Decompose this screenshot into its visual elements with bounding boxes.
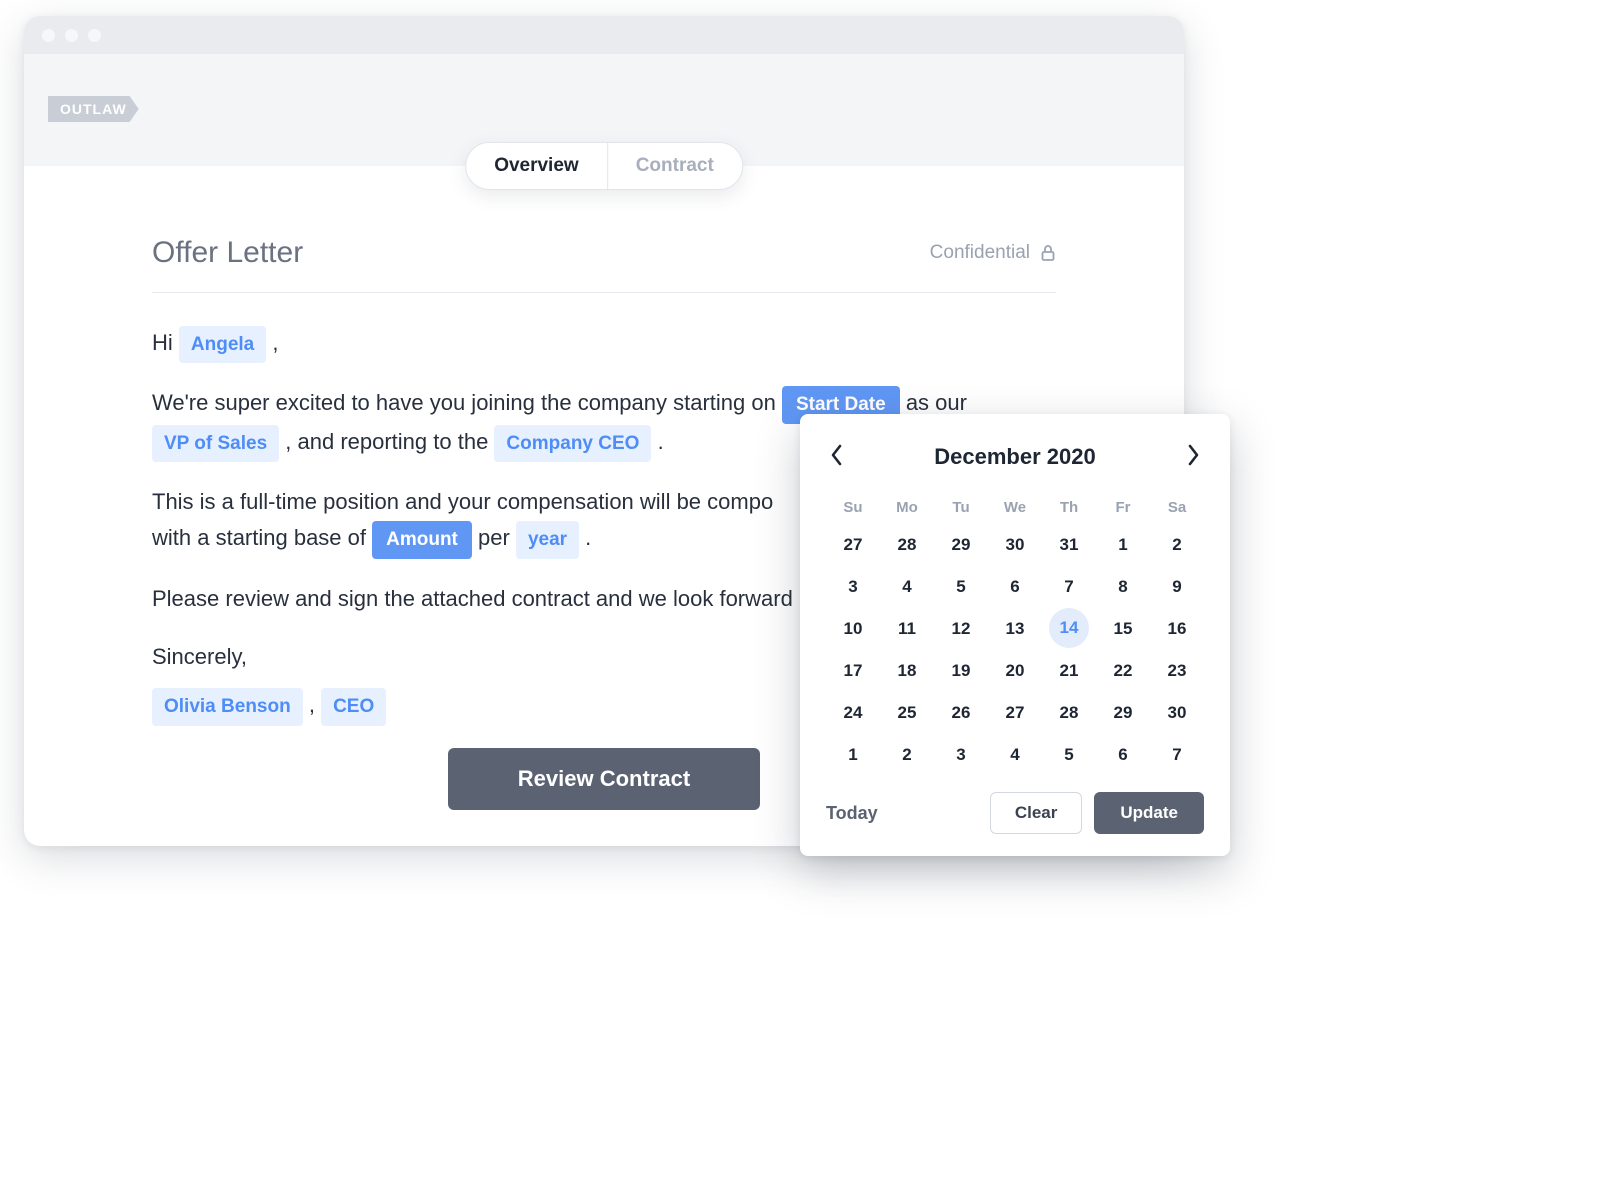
calendar-day[interactable]: 8 [1096,566,1150,608]
clear-button[interactable]: Clear [990,792,1083,834]
date-picker-header: December 2020 [826,440,1204,473]
calendar-day[interactable]: 20 [988,650,1042,692]
chevron-left-icon [830,444,844,466]
calendar-day[interactable]: 27 [826,524,880,566]
calendar-day[interactable]: 18 [880,650,934,692]
p1-text-c: , and reporting to the [285,429,494,454]
calendar-day[interactable]: 3 [826,566,880,608]
sender-title-pill[interactable]: CEO [321,688,386,725]
calendar-day[interactable]: 15 [1096,608,1150,650]
reports-to-pill[interactable]: Company CEO [494,425,651,462]
calendar-day[interactable]: 17 [826,650,880,692]
p2-text-a: This is a full-time position and your co… [152,489,773,514]
p2-text-c: per [478,525,516,550]
calendar-day[interactable]: 11 [880,608,934,650]
calendar-day[interactable]: 29 [1096,692,1150,734]
page-header: Offer Letter Confidential [152,236,1056,293]
today-link[interactable]: Today [826,803,878,824]
calendar-day[interactable]: 30 [1150,692,1204,734]
calendar-day[interactable]: 14 [1049,608,1089,648]
p2-text-d: . [585,525,591,550]
p1-text-b: as our [906,390,967,415]
calendar-day[interactable]: 30 [988,524,1042,566]
calendar-day[interactable]: 12 [934,608,988,650]
window-dot [42,29,55,42]
calendar-day[interactable]: 4 [880,566,934,608]
tab-switcher: Overview Contract [465,142,743,190]
footer-buttons: Clear Update [990,792,1204,834]
lock-icon [1040,244,1056,262]
window-dot [88,29,101,42]
day-of-week-label: Tu [934,491,988,524]
day-of-week-label: Mo [880,491,934,524]
calendar-day[interactable]: 27 [988,692,1042,734]
calendar-day[interactable]: 13 [988,608,1042,650]
calendar-day[interactable]: 1 [826,734,880,776]
review-contract-button[interactable]: Review Contract [448,748,760,810]
calendar-day[interactable]: 28 [1042,692,1096,734]
day-of-week-label: Su [826,491,880,524]
chevron-right-icon [1186,444,1200,466]
calendar-day[interactable]: 3 [934,734,988,776]
brand-logo: OUTLAW [48,96,139,122]
tab-overview[interactable]: Overview [466,143,607,189]
window-dot [65,29,78,42]
day-of-week-label: Fr [1096,491,1150,524]
role-pill[interactable]: VP of Sales [152,425,279,462]
greeting-prefix: Hi [152,330,179,355]
calendar-day[interactable]: 7 [1042,566,1096,608]
calendar-day[interactable]: 10 [826,608,880,650]
month-year-label: December 2020 [934,444,1095,470]
day-of-week-label: Th [1042,491,1096,524]
sender-name-pill[interactable]: Olivia Benson [152,688,303,725]
calendar-day[interactable]: 19 [934,650,988,692]
calendar-day[interactable]: 9 [1150,566,1204,608]
top-zone: OUTLAW Overview Contract [24,54,1184,166]
calendar-grid: SuMoTuWeThFrSa27282930311234567891011121… [826,491,1204,776]
calendar-day[interactable]: 31 [1042,524,1096,566]
amount-pill[interactable]: Amount [372,521,472,558]
next-month-button[interactable] [1182,440,1204,473]
calendar-day[interactable]: 1 [1096,524,1150,566]
p1-text-d: . [658,429,664,454]
tab-contract[interactable]: Contract [607,143,742,189]
date-picker: December 2020 SuMoTuWeThFrSa272829303112… [800,414,1230,856]
calendar-day[interactable]: 21 [1042,650,1096,692]
update-button[interactable]: Update [1094,792,1204,834]
page-title: Offer Letter [152,236,303,270]
day-of-week-label: We [988,491,1042,524]
greeting-suffix: , [272,330,278,355]
calendar-day[interactable]: 25 [880,692,934,734]
p1-text-a: We're super excited to have you joining … [152,390,782,415]
name-pill[interactable]: Angela [179,326,266,363]
calendar-day[interactable]: 6 [1096,734,1150,776]
calendar-day[interactable]: 2 [1150,524,1204,566]
confidential-badge: Confidential [930,242,1056,264]
calendar-day[interactable]: 5 [934,566,988,608]
calendar-day[interactable]: 29 [934,524,988,566]
calendar-day[interactable]: 22 [1096,650,1150,692]
period-pill[interactable]: year [516,521,579,558]
calendar-day[interactable]: 26 [934,692,988,734]
calendar-day[interactable]: 23 [1150,650,1204,692]
p2-text-b: with a starting base of [152,525,372,550]
browser-chrome [24,16,1184,54]
calendar-day[interactable]: 2 [880,734,934,776]
calendar-day[interactable]: 7 [1150,734,1204,776]
calendar-day[interactable]: 5 [1042,734,1096,776]
date-picker-footer: Today Clear Update [826,792,1204,834]
confidential-label: Confidential [930,242,1030,264]
prev-month-button[interactable] [826,440,848,473]
calendar-day[interactable]: 4 [988,734,1042,776]
day-of-week-label: Sa [1150,491,1204,524]
sender-separator: , [309,692,321,717]
calendar-day[interactable]: 6 [988,566,1042,608]
calendar-day[interactable]: 16 [1150,608,1204,650]
calendar-day[interactable]: 28 [880,524,934,566]
calendar-day[interactable]: 24 [826,692,880,734]
